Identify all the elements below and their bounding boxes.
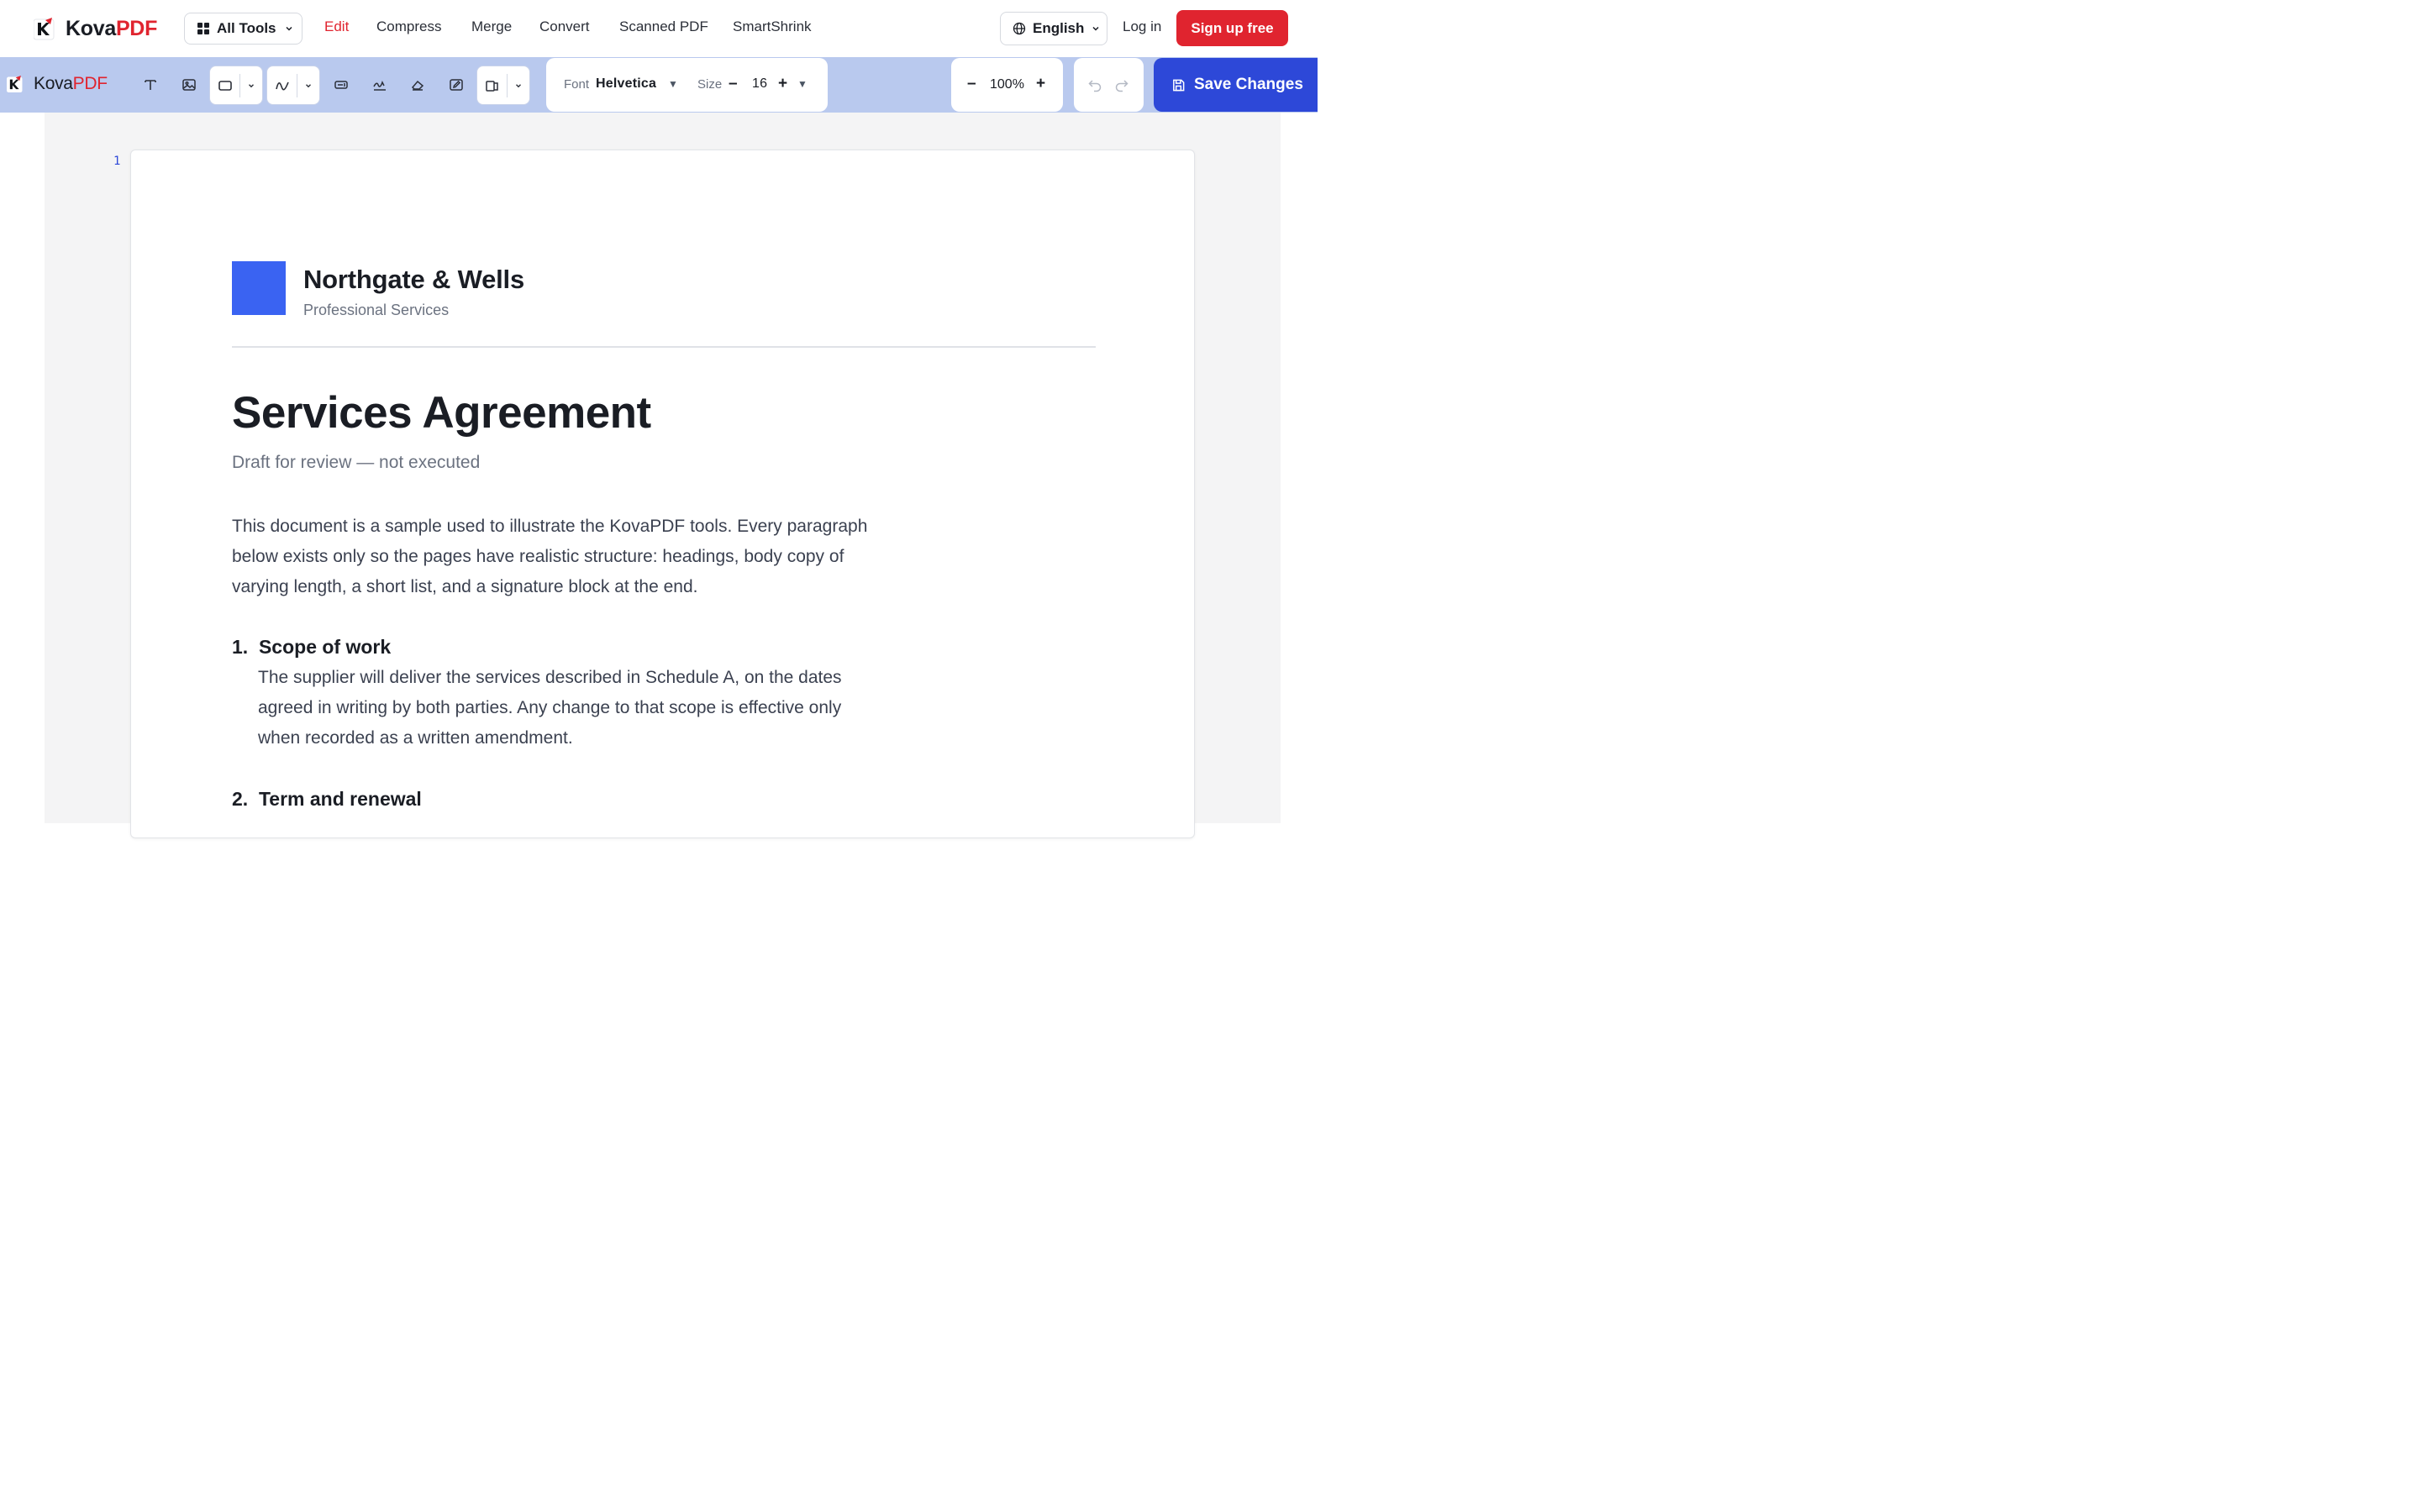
shape-options-dropdown[interactable] <box>240 66 262 104</box>
kovapdf-logo-icon <box>34 17 55 40</box>
image-tool-button[interactable] <box>179 75 199 95</box>
shape-tool-group <box>209 66 263 105</box>
grid-icon <box>197 23 209 34</box>
redo-icon[interactable] <box>1114 77 1129 92</box>
globe-icon <box>1013 22 1026 35</box>
zoom-level[interactable]: 100% <box>990 77 1024 92</box>
save-icon <box>1171 78 1186 92</box>
intro-paragraph[interactable]: This document is a sample used to illust… <box>232 512 879 602</box>
chevron-down-icon <box>1091 24 1101 34</box>
header-divider <box>232 346 1096 348</box>
company-logo <box>232 261 286 315</box>
pdf-page[interactable]: Northgate & Wells Professional Services … <box>130 150 1195 838</box>
top-navigation: KovaPDF All Tools Edit Compress Merge Co… <box>0 0 1318 57</box>
size-dropdown-arrow-icon[interactable]: ▼ <box>797 78 808 90</box>
rectangle-icon <box>218 78 233 93</box>
nav-link-convert[interactable]: Convert <box>539 18 590 35</box>
zoom-in-button[interactable]: + <box>1036 75 1045 93</box>
section-heading[interactable]: 2. Term and renewal <box>232 788 422 811</box>
page-options-dropdown[interactable] <box>508 66 529 104</box>
text-icon <box>143 77 158 92</box>
undo-icon[interactable] <box>1087 77 1102 92</box>
pages-icon <box>485 78 500 93</box>
section-heading[interactable]: 1. Scope of work <box>232 636 391 659</box>
nav-link-edit[interactable]: Edit <box>324 18 349 35</box>
edit-box-icon <box>449 77 464 92</box>
draw-options-dropdown[interactable] <box>297 66 319 104</box>
document-title[interactable]: Services Agreement <box>232 387 651 438</box>
signature-icon <box>372 77 387 92</box>
brand-name: KovaPDF <box>66 16 158 40</box>
brand-logo[interactable]: KovaPDF <box>34 15 157 42</box>
save-changes-label: Save Changes <box>1194 76 1303 93</box>
save-changes-button[interactable]: Save Changes <box>1154 58 1318 112</box>
size-label: Size <box>697 77 723 92</box>
eraser-tool-button[interactable] <box>408 75 428 95</box>
all-tools-dropdown[interactable]: All Tools <box>184 13 302 45</box>
font-settings-panel: Font Helvetica ▼ Size – 16 + ▼ <box>546 58 828 112</box>
nav-link-smartshrink[interactable]: SmartShrink <box>733 18 812 35</box>
size-increase-button[interactable]: + <box>778 75 787 93</box>
editor-toolbar: KovaPDF Font Helvetica ▼ Size – 16 + ▼ –… <box>0 57 1318 113</box>
history-panel <box>1074 58 1144 112</box>
signup-button[interactable]: Sign up free <box>1176 10 1288 46</box>
font-dropdown-arrow-icon[interactable]: ▼ <box>668 78 678 90</box>
freehand-draw-button[interactable] <box>267 66 297 104</box>
rectangle-tool-button[interactable] <box>210 66 239 104</box>
nav-link-scanned-pdf[interactable]: Scanned PDF <box>619 18 708 35</box>
language-selector[interactable]: English <box>1000 12 1107 45</box>
language-label: English <box>1033 20 1085 36</box>
nav-link-compress[interactable]: Compress <box>376 18 441 35</box>
font-label: Font <box>564 77 590 92</box>
login-link[interactable]: Log in <box>1123 18 1161 35</box>
freehand-icon <box>275 78 290 93</box>
toolbar-brand-name: KovaPDF <box>34 74 108 93</box>
all-tools-label: All Tools <box>217 20 276 36</box>
text-tool-button[interactable] <box>140 75 160 95</box>
font-size-value[interactable]: 16 <box>752 76 767 92</box>
page-number-indicator[interactable]: 1 <box>113 155 120 168</box>
edit-field-tool-button[interactable] <box>446 75 466 95</box>
chevron-down-icon <box>304 81 313 90</box>
zoom-panel: – 100% + <box>951 58 1063 112</box>
signature-tool-button[interactable] <box>370 75 390 95</box>
draw-tool-group <box>266 66 320 105</box>
zoom-out-button[interactable]: – <box>967 75 976 93</box>
eraser-icon <box>410 77 425 92</box>
chevron-down-icon <box>514 81 523 90</box>
company-name[interactable]: Northgate & Wells <box>303 265 524 295</box>
company-subtitle[interactable]: Professional Services <box>303 302 449 319</box>
nav-link-merge[interactable]: Merge <box>471 18 512 35</box>
document-subtitle[interactable]: Draft for review — not executed <box>232 453 480 473</box>
font-family-select[interactable]: Helvetica <box>596 76 656 92</box>
chevron-down-icon <box>247 81 255 90</box>
page-layout-button[interactable] <box>477 66 507 104</box>
section-body[interactable]: The supplier will deliver the services d… <box>258 663 863 753</box>
size-decrease-button[interactable]: – <box>729 75 738 93</box>
page-tool-group <box>476 66 530 105</box>
form-field-tool-button[interactable] <box>331 75 351 95</box>
kovapdf-logo-icon <box>7 75 24 93</box>
form-field-icon <box>334 77 349 92</box>
image-icon <box>182 77 197 92</box>
toolbar-brand[interactable]: KovaPDF <box>7 74 108 94</box>
chevron-down-icon <box>284 24 294 34</box>
